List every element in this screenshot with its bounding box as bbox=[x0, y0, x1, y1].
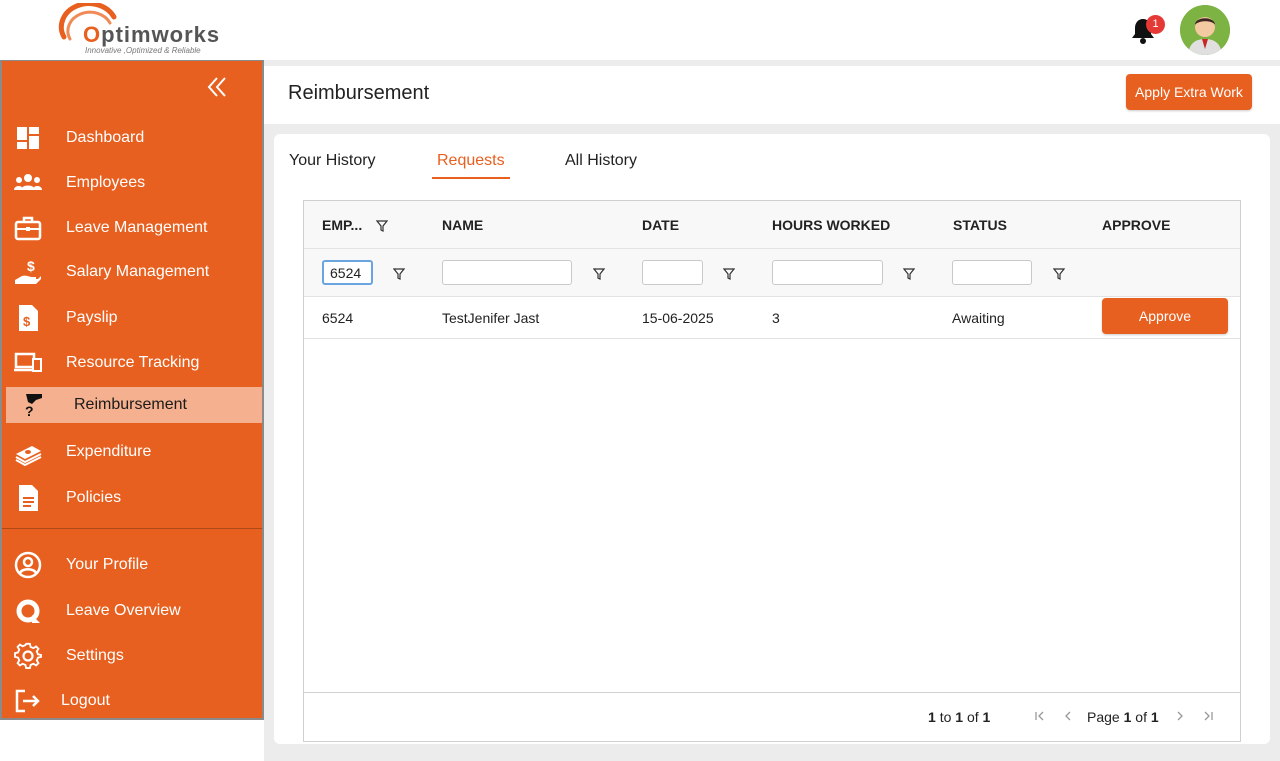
active-tab-indicator bbox=[432, 177, 510, 179]
logout-icon bbox=[15, 689, 40, 713]
filter-icon[interactable] bbox=[903, 268, 915, 280]
tab-requests[interactable]: Requests bbox=[437, 152, 505, 170]
date-filter-input[interactable] bbox=[642, 260, 703, 285]
sidebar-item-label: Leave Management bbox=[66, 219, 208, 236]
column-header-approve: APPROVE bbox=[1102, 217, 1171, 233]
sidebar-item-label: Your Profile bbox=[66, 556, 149, 573]
sidebar: Dashboard Employees Leave Management $ S… bbox=[0, 60, 264, 720]
main-content: Reimbursement Apply Extra Work Your Hist… bbox=[264, 60, 1280, 761]
sidebar-item-resource-tracking[interactable]: Resource Tracking bbox=[2, 345, 262, 381]
first-page-icon[interactable] bbox=[1033, 709, 1047, 723]
filter-icon[interactable] bbox=[376, 220, 388, 232]
user-avatar[interactable] bbox=[1180, 5, 1230, 55]
column-header-status[interactable]: STATUS bbox=[953, 217, 1007, 233]
money-stack-icon bbox=[15, 446, 42, 466]
sidebar-item-dashboard[interactable]: Dashboard bbox=[2, 120, 262, 156]
requests-grid: EMP... NAME DATE HOURS WORKED STATUS APP… bbox=[303, 200, 1241, 742]
column-header-hours-worked[interactable]: HOURS WORKED bbox=[772, 217, 890, 233]
filter-icon[interactable] bbox=[593, 268, 605, 280]
sidebar-item-label: Logout bbox=[61, 692, 110, 709]
sidebar-item-employees[interactable]: Employees bbox=[2, 165, 262, 201]
sidebar-item-label: Policies bbox=[66, 489, 122, 506]
column-header-name[interactable]: NAME bbox=[442, 217, 483, 233]
svg-text:$: $ bbox=[23, 314, 31, 329]
emp-cell: 6524 bbox=[322, 310, 354, 326]
name-cell: TestJenifer Jast bbox=[442, 310, 540, 326]
svg-text:$: $ bbox=[27, 258, 35, 274]
status-filter-input[interactable] bbox=[952, 260, 1032, 285]
emp-filter-input[interactable] bbox=[322, 260, 373, 285]
sidebar-item-label: Resource Tracking bbox=[66, 354, 200, 371]
table-row[interactable]: 6524 TestJenifer Jast 15-06-2025 3 Await… bbox=[304, 297, 1240, 339]
sidebar-item-policies[interactable]: Policies bbox=[2, 480, 262, 516]
sidebar-item-settings[interactable]: Settings bbox=[2, 638, 262, 674]
gear-icon bbox=[14, 642, 42, 669]
svg-text:?: ? bbox=[25, 403, 34, 419]
filter-icon[interactable] bbox=[393, 268, 405, 280]
avatar-person-icon bbox=[1180, 5, 1230, 55]
briefcase-icon bbox=[14, 216, 42, 241]
date-cell: 15-06-2025 bbox=[642, 310, 714, 326]
grid-header-row: EMP... NAME DATE HOURS WORKED STATUS APP… bbox=[304, 201, 1240, 249]
approve-button[interactable]: Approve bbox=[1102, 298, 1228, 334]
devices-icon bbox=[14, 352, 42, 372]
sidebar-item-reimbursement[interactable]: ? Reimbursement bbox=[6, 387, 262, 423]
sidebar-item-label: Payslip bbox=[66, 309, 118, 326]
profile-icon bbox=[14, 551, 42, 579]
tab-all-history[interactable]: All History bbox=[565, 152, 637, 170]
page-header: Reimbursement Apply Extra Work bbox=[264, 66, 1280, 124]
top-bar: Optimworks Innovative ,Optimized & Relia… bbox=[0, 0, 1280, 60]
page-title: Reimbursement bbox=[288, 82, 430, 104]
hours-cell: 3 bbox=[772, 310, 780, 326]
page-indicator: Page 1 of 1 bbox=[1087, 709, 1159, 725]
grid-filter-row bbox=[304, 249, 1240, 297]
status-cell: Awaiting bbox=[952, 310, 1005, 326]
sidebar-item-label: Dashboard bbox=[66, 129, 145, 146]
document-icon bbox=[19, 485, 38, 511]
sidebar-item-expenditure[interactable]: Expenditure bbox=[2, 434, 262, 470]
reimbursement-card: Your History Requests All History EMP...… bbox=[274, 134, 1270, 744]
sidebar-item-leave-management[interactable]: Leave Management bbox=[2, 210, 262, 246]
previous-page-icon[interactable] bbox=[1061, 709, 1075, 723]
row-range-summary: 1 to 1 of 1 bbox=[928, 709, 991, 725]
sidebar-item-label: Settings bbox=[66, 647, 124, 664]
leave-overview-icon bbox=[16, 599, 40, 623]
sidebar-item-logout[interactable]: Logout bbox=[2, 683, 262, 719]
collapse-sidebar-icon[interactable] bbox=[206, 75, 230, 99]
sidebar-item-label: Expenditure bbox=[66, 443, 152, 460]
column-header-emp[interactable]: EMP... bbox=[322, 217, 362, 233]
name-filter-input[interactable] bbox=[442, 260, 572, 285]
hours-filter-input[interactable] bbox=[772, 260, 883, 285]
sidebar-item-label: Leave Overview bbox=[66, 602, 181, 619]
apply-extra-work-button[interactable]: Apply Extra Work bbox=[1126, 74, 1252, 110]
logo-tagline: Innovative ,Optimized & Reliable bbox=[85, 46, 201, 55]
notification-count-badge: 1 bbox=[1146, 15, 1165, 34]
dashboard-icon bbox=[17, 127, 39, 149]
column-header-date[interactable]: DATE bbox=[642, 217, 679, 233]
sidebar-divider bbox=[2, 528, 262, 529]
sidebar-item-label: Employees bbox=[66, 174, 146, 191]
payslip-icon: $ bbox=[19, 305, 38, 331]
tab-your-history[interactable]: Your History bbox=[289, 152, 376, 170]
grid-pagination: 1 to 1 of 1 Page 1 of 1 bbox=[304, 692, 1240, 741]
sidebar-item-your-profile[interactable]: Your Profile bbox=[2, 547, 262, 583]
sidebar-item-leave-overview[interactable]: Leave Overview bbox=[2, 593, 262, 629]
filter-icon[interactable] bbox=[723, 268, 735, 280]
filter-icon[interactable] bbox=[1053, 268, 1065, 280]
sidebar-item-salary-management[interactable]: $ Salary Management bbox=[2, 254, 262, 290]
salary-hand-icon: $ bbox=[15, 258, 41, 284]
sidebar-item-payslip[interactable]: $ Payslip bbox=[2, 300, 262, 336]
employees-icon bbox=[14, 174, 42, 190]
reimbursement-icon: ? bbox=[25, 394, 42, 419]
last-page-icon[interactable] bbox=[1201, 709, 1215, 723]
next-page-icon[interactable] bbox=[1173, 709, 1187, 723]
optimworks-logo[interactable]: Optimworks Innovative ,Optimized & Relia… bbox=[56, 3, 231, 58]
sidebar-item-label: Reimbursement bbox=[74, 396, 187, 413]
logo-wordmark: Optimworks bbox=[83, 22, 221, 47]
sidebar-item-label: Salary Management bbox=[66, 263, 210, 280]
